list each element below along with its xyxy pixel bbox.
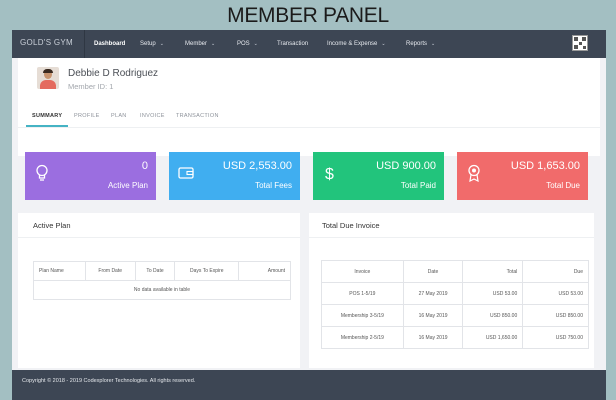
nav-transaction-label: Transaction: [277, 41, 309, 47]
card-value: 0: [141, 160, 148, 172]
column-header[interactable]: Invoice: [321, 260, 404, 283]
wallet-icon: [178, 167, 194, 179]
svg-text:$: $: [325, 166, 334, 182]
nav-member-label: Member: [185, 41, 208, 47]
nav-setup[interactable]: Setup ⌄: [140, 30, 164, 58]
brand-divider: [84, 30, 85, 58]
table-row: Membership 3-5/19 16 May 2019 USD 850.00…: [321, 304, 589, 327]
nav-dashboard-label: Dashboard: [94, 41, 126, 47]
panel-divider: [18, 237, 300, 238]
member-id: Member ID: 1: [68, 82, 114, 91]
tab-summary[interactable]: SUMMARY: [32, 108, 62, 124]
total-due-invoice-panel: Total Due Invoice Invoice Date Total Due…: [309, 213, 594, 368]
profile-header: Debbie D Rodriguez Member ID: 1 SUMMARY …: [18, 58, 600, 156]
nav-transaction[interactable]: Transaction: [277, 30, 308, 58]
card-label: Total Fees: [255, 181, 292, 190]
column-header[interactable]: Total: [462, 260, 524, 283]
card-value: USD 2,553.00: [222, 160, 292, 172]
panel-divider: [309, 237, 594, 238]
card-value: USD 900.00: [376, 160, 436, 172]
top-navbar: GOLD'S GYM Dashboard Setup ⌄ Member ⌄ POS ⌄…: [12, 30, 606, 58]
due-invoice-table: Invoice Date Total Due POS 1-5/19 27 May…: [321, 260, 589, 349]
column-header[interactable]: Days To Expire: [174, 261, 240, 281]
due-cell: USD 750.00: [522, 326, 589, 349]
card-label: Total Due: [546, 181, 580, 190]
chevron-down-icon: ⌄: [253, 41, 258, 47]
tab-plan[interactable]: PLAN: [111, 108, 127, 124]
date-cell: 27 May 2019: [402, 282, 464, 305]
column-header[interactable]: Date: [402, 260, 464, 283]
due-cell: USD 53.00: [522, 282, 589, 305]
card-label: Active Plan: [107, 181, 148, 190]
nav-reports-label: Reports: [406, 41, 428, 47]
column-header[interactable]: Plan Name: [33, 261, 86, 281]
brand-logo[interactable]: GOLD'S GYM: [20, 30, 73, 58]
page-banner: MEMBER PANEL: [227, 4, 389, 27]
qr-code-icon[interactable]: [572, 35, 588, 51]
chevron-down-icon: ⌄: [431, 41, 436, 47]
nav-dashboard[interactable]: Dashboard: [94, 30, 125, 58]
card-total-paid: $ USD 900.00 Total Paid: [313, 152, 444, 200]
panel-title: Total Due Invoice: [322, 221, 380, 230]
invoice-cell: Membership 3-5/19: [321, 304, 404, 327]
card-total-fees: USD 2,553.00 Total Fees: [169, 152, 300, 200]
award-icon: [468, 164, 480, 182]
active-plan-table: Plan Name From Date To Date Days To Expi…: [33, 261, 291, 300]
member-name: Debbie D Rodriguez: [68, 68, 159, 79]
avatar: [37, 67, 59, 89]
card-total-due: USD 1,653.00 Total Due: [457, 152, 588, 200]
total-cell: USD 850.00: [462, 304, 524, 327]
lightbulb-icon: [36, 164, 48, 181]
card-value: USD 1,653.00: [510, 160, 580, 172]
tab-invoice[interactable]: INVOICE: [140, 108, 165, 124]
panel-title: Active Plan: [33, 221, 71, 230]
table-row: POS 1-5/19 27 May 2019 USD 53.00 USD 53.…: [321, 282, 589, 305]
copyright-text: Copyright © 2018 - 2019 Codexplorer Tech…: [22, 378, 196, 384]
app-window: GOLD'S GYM Dashboard Setup ⌄ Member ⌄ POS ⌄…: [12, 30, 606, 400]
nav-setup-label: Setup: [140, 41, 156, 47]
total-cell: USD 53.00: [462, 282, 524, 305]
invoice-cell: POS 1-5/19: [321, 282, 404, 305]
column-header[interactable]: To Date: [134, 261, 176, 281]
column-header[interactable]: Amount: [238, 261, 291, 281]
card-active-plan: 0 Active Plan: [25, 152, 156, 200]
nav-pos-label: POS: [237, 41, 250, 47]
table-row: Membership 2-5/19 16 May 2019 USD 1,650.…: [321, 326, 589, 349]
invoice-cell: Membership 2-5/19: [321, 326, 404, 349]
column-header[interactable]: Due: [522, 260, 589, 283]
chevron-down-icon: ⌄: [211, 41, 216, 47]
nav-income-expense-label: Income & Expense: [327, 41, 378, 47]
nav-reports[interactable]: Reports ⌄: [406, 30, 435, 58]
due-cell: USD 850.00: [522, 304, 589, 327]
nav-member[interactable]: Member ⌄: [185, 30, 215, 58]
total-cell: USD 1,650.00: [462, 326, 524, 349]
column-header[interactable]: From Date: [84, 261, 136, 281]
chevron-down-icon: ⌄: [381, 41, 386, 47]
nav-income-expense[interactable]: Income & Expense ⌄: [327, 30, 386, 58]
dollar-icon: $: [325, 166, 334, 182]
tab-profile[interactable]: PROFILE: [74, 108, 100, 124]
chevron-down-icon: ⌄: [159, 41, 164, 47]
tab-transaction[interactable]: TRANSACTION: [176, 108, 219, 124]
active-plan-panel: Active Plan Plan Name From Date To Date …: [18, 213, 300, 368]
footer: Copyright © 2018 - 2019 Codexplorer Tech…: [12, 370, 606, 400]
nav-pos[interactable]: POS ⌄: [237, 30, 258, 58]
date-cell: 16 May 2019: [402, 304, 464, 327]
tab-divider: [18, 127, 600, 128]
card-label: Total Paid: [400, 181, 436, 190]
empty-table-message: No data available in table: [33, 280, 291, 300]
date-cell: 16 May 2019: [402, 326, 464, 349]
